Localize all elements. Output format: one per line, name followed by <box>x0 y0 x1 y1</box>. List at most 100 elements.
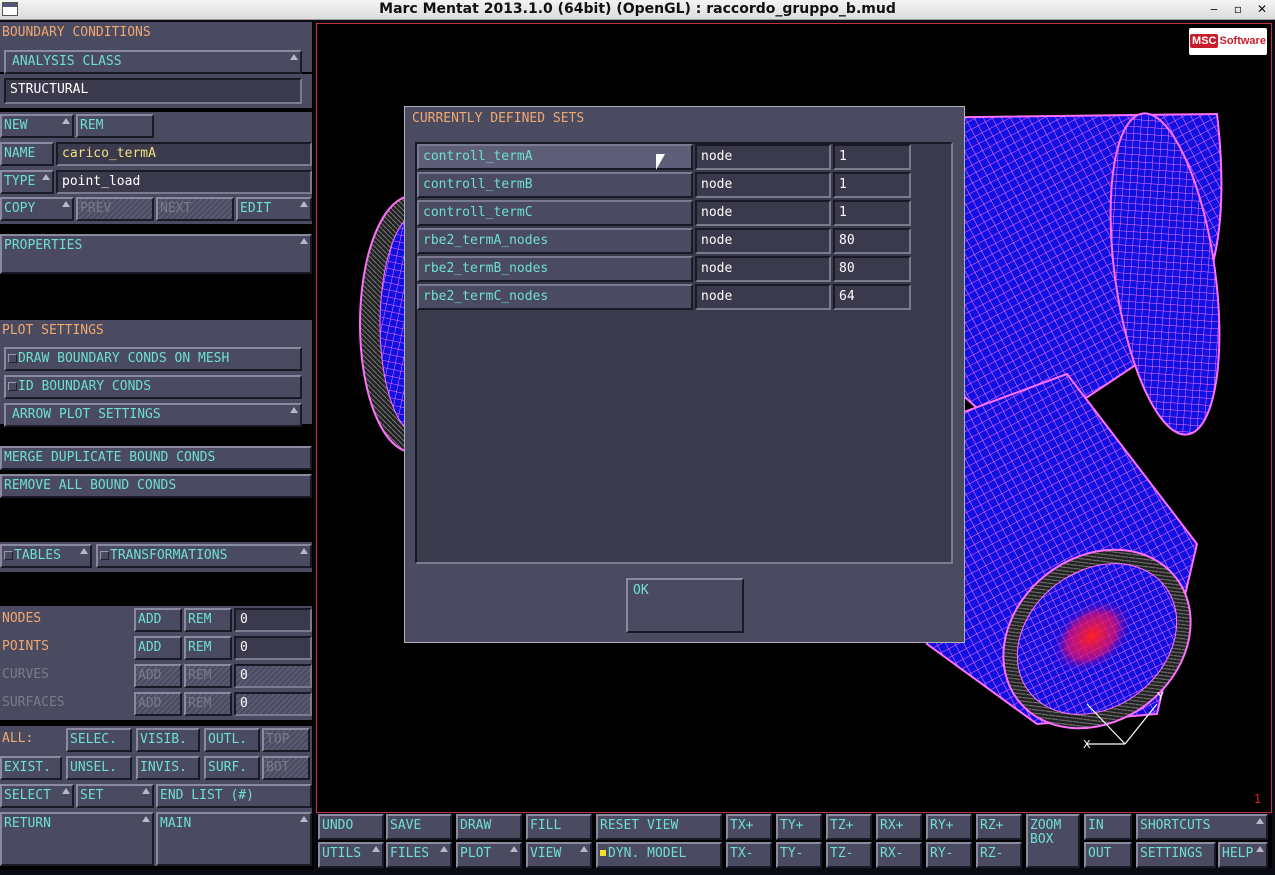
rx-minus-button[interactable]: RX- <box>876 842 922 868</box>
ry-minus-button[interactable]: RY- <box>926 842 972 868</box>
set-name-button[interactable]: rbe2_termC_nodes <box>417 284 693 310</box>
transformations-button[interactable]: TRANSFORMATIONS <box>96 544 312 568</box>
submenu-arrow-icon <box>300 816 308 822</box>
copy-button[interactable]: COPY <box>0 197 74 221</box>
set-row[interactable]: controll_termA node 1 <box>417 144 913 170</box>
select-all-bottom-button: BOT <box>262 756 310 780</box>
select-all-invisible-button[interactable]: INVIS. <box>136 756 200 780</box>
utils-button[interactable]: UTILS <box>318 842 384 868</box>
ty-minus-button[interactable]: TY- <box>776 842 822 868</box>
ry-plus-button[interactable]: RY+ <box>926 814 972 840</box>
submenu-arrow-icon <box>62 788 70 794</box>
tables-button[interactable]: TABLES <box>0 544 92 568</box>
save-button[interactable]: SAVE <box>386 814 452 840</box>
undo-button[interactable]: UNDO <box>318 814 384 840</box>
checkbox-icon <box>100 551 109 560</box>
id-bc-toggle[interactable]: ID BOUNDARY CONDS <box>4 375 302 399</box>
ty-plus-button[interactable]: TY+ <box>776 814 822 840</box>
set-count: 1 <box>833 144 911 170</box>
add-points-button[interactable]: ADD <box>134 636 182 660</box>
set-name-button[interactable]: rbe2_termA_nodes <box>417 228 693 254</box>
set-name-button[interactable]: controll_termA <box>417 144 693 170</box>
submenu-arrow-icon <box>300 238 308 244</box>
zoom-in-button[interactable]: IN <box>1084 814 1132 840</box>
view-button[interactable]: VIEW <box>526 842 592 868</box>
plot-button[interactable]: PLOT <box>456 842 522 868</box>
set-name-button[interactable]: controll_termC <box>417 200 693 226</box>
new-button[interactable]: NEW <box>0 114 74 138</box>
properties-button[interactable]: PROPERTIES <box>0 234 312 274</box>
rz-minus-button[interactable]: RZ- <box>976 842 1022 868</box>
merge-duplicate-bc-button[interactable]: MERGE DUPLICATE BOUND CONDS <box>0 446 312 470</box>
zoom-out-button[interactable]: OUT <box>1084 842 1132 868</box>
msc-software-logo: MSC Software <box>1189 28 1267 55</box>
next-button: NEXT <box>156 197 234 221</box>
reset-view-button[interactable]: RESET VIEW <box>596 814 722 840</box>
return-button[interactable]: RETURN <box>0 812 154 866</box>
set-row[interactable]: controll_termB node 1 <box>417 172 913 198</box>
dialog-title: CURRENTLY DEFINED SETS <box>412 111 585 126</box>
rx-plus-button[interactable]: RX+ <box>876 814 922 840</box>
main-button[interactable]: MAIN <box>156 812 312 866</box>
close-icon[interactable]: ✕ <box>1252 0 1272 19</box>
fill-button[interactable]: FILL <box>526 814 592 840</box>
type-button[interactable]: TYPE <box>0 170 54 194</box>
axis-x-label: X <box>1083 738 1091 751</box>
set-name-button[interactable]: controll_termB <box>417 172 693 198</box>
select-all-top-button: TOP <box>262 728 310 752</box>
rem-nodes-button[interactable]: REM <box>184 608 232 632</box>
minimize-icon[interactable]: ‒ <box>1204 0 1224 19</box>
settings-button[interactable]: SETTINGS <box>1136 842 1216 868</box>
set-name-button[interactable]: rbe2_termB_nodes <box>417 256 693 282</box>
tx-plus-button[interactable]: TX+ <box>726 814 772 840</box>
app-menu-icon[interactable] <box>2 2 18 16</box>
end-list-button[interactable]: END LIST (#) <box>156 784 312 808</box>
tz-minus-button[interactable]: TZ- <box>826 842 872 868</box>
tx-minus-button[interactable]: TX- <box>726 842 772 868</box>
submenu-arrow-icon <box>1256 846 1264 852</box>
checkbox-icon <box>8 382 17 391</box>
select-all-surface-button[interactable]: SURF. <box>204 756 260 780</box>
shortcuts-button[interactable]: SHORTCUTS <box>1136 814 1268 840</box>
zoom-box-button[interactable]: ZOOM BOX <box>1026 814 1080 868</box>
remove-all-bc-button[interactable]: REMOVE ALL BOUND CONDS <box>0 474 312 498</box>
arrow-plot-settings-button[interactable]: ARROW PLOT SETTINGS <box>4 403 302 427</box>
axis-y-label: Y <box>1156 690 1164 703</box>
rz-plus-button[interactable]: RZ+ <box>976 814 1022 840</box>
dyn-model-toggle[interactable]: DYN. MODEL <box>596 842 722 868</box>
ok-button[interactable]: OK <box>626 578 744 633</box>
select-button[interactable]: SELECT <box>0 784 74 808</box>
points-count-field: 0 <box>234 636 312 660</box>
select-all-existing-button[interactable]: EXIST. <box>0 756 62 780</box>
select-all-outline-button[interactable]: OUTL. <box>204 728 260 752</box>
set-row[interactable]: rbe2_termA_nodes node 80 <box>417 228 913 254</box>
submenu-arrow-icon <box>142 816 150 822</box>
edit-button[interactable]: EDIT <box>236 197 312 221</box>
name-field[interactable]: carico_termA <box>56 142 312 166</box>
set-row[interactable]: rbe2_termB_nodes node 80 <box>417 256 913 282</box>
help-button[interactable]: HELP <box>1218 842 1268 868</box>
maximize-icon[interactable]: ▫ <box>1228 0 1248 19</box>
set-count: 80 <box>833 228 911 254</box>
set-button[interactable]: SET <box>76 784 154 808</box>
files-button[interactable]: FILES <box>386 842 452 868</box>
rem-points-button[interactable]: REM <box>184 636 232 660</box>
add-nodes-button[interactable]: ADD <box>134 608 182 632</box>
select-all-visible-button[interactable]: VISIB. <box>136 728 200 752</box>
analysis-class-button[interactable]: ANALYSIS CLASS <box>4 50 302 74</box>
analysis-class-value: STRUCTURAL <box>4 78 302 104</box>
set-row[interactable]: rbe2_termC_nodes node 64 <box>417 284 913 310</box>
view-number: 1 <box>1253 792 1261 806</box>
set-row[interactable]: controll_termC node 1 <box>417 200 913 226</box>
select-all-selected-button[interactable]: SELEC. <box>66 728 132 752</box>
draw-bc-on-mesh-toggle[interactable]: DRAW BOUNDARY CONDS ON MESH <box>4 347 302 371</box>
submenu-arrow-icon <box>142 788 150 794</box>
entity-label-nodes: NODES <box>2 612 42 626</box>
add-surfaces-button: ADD <box>134 692 182 716</box>
tz-plus-button[interactable]: TZ+ <box>826 814 872 840</box>
select-all-unselected-button[interactable]: UNSEL. <box>66 756 132 780</box>
draw-button[interactable]: DRAW <box>456 814 522 840</box>
name-button[interactable]: NAME <box>0 142 54 166</box>
entity-label-curves: CURVES <box>2 668 49 682</box>
rem-button[interactable]: REM <box>76 114 154 138</box>
